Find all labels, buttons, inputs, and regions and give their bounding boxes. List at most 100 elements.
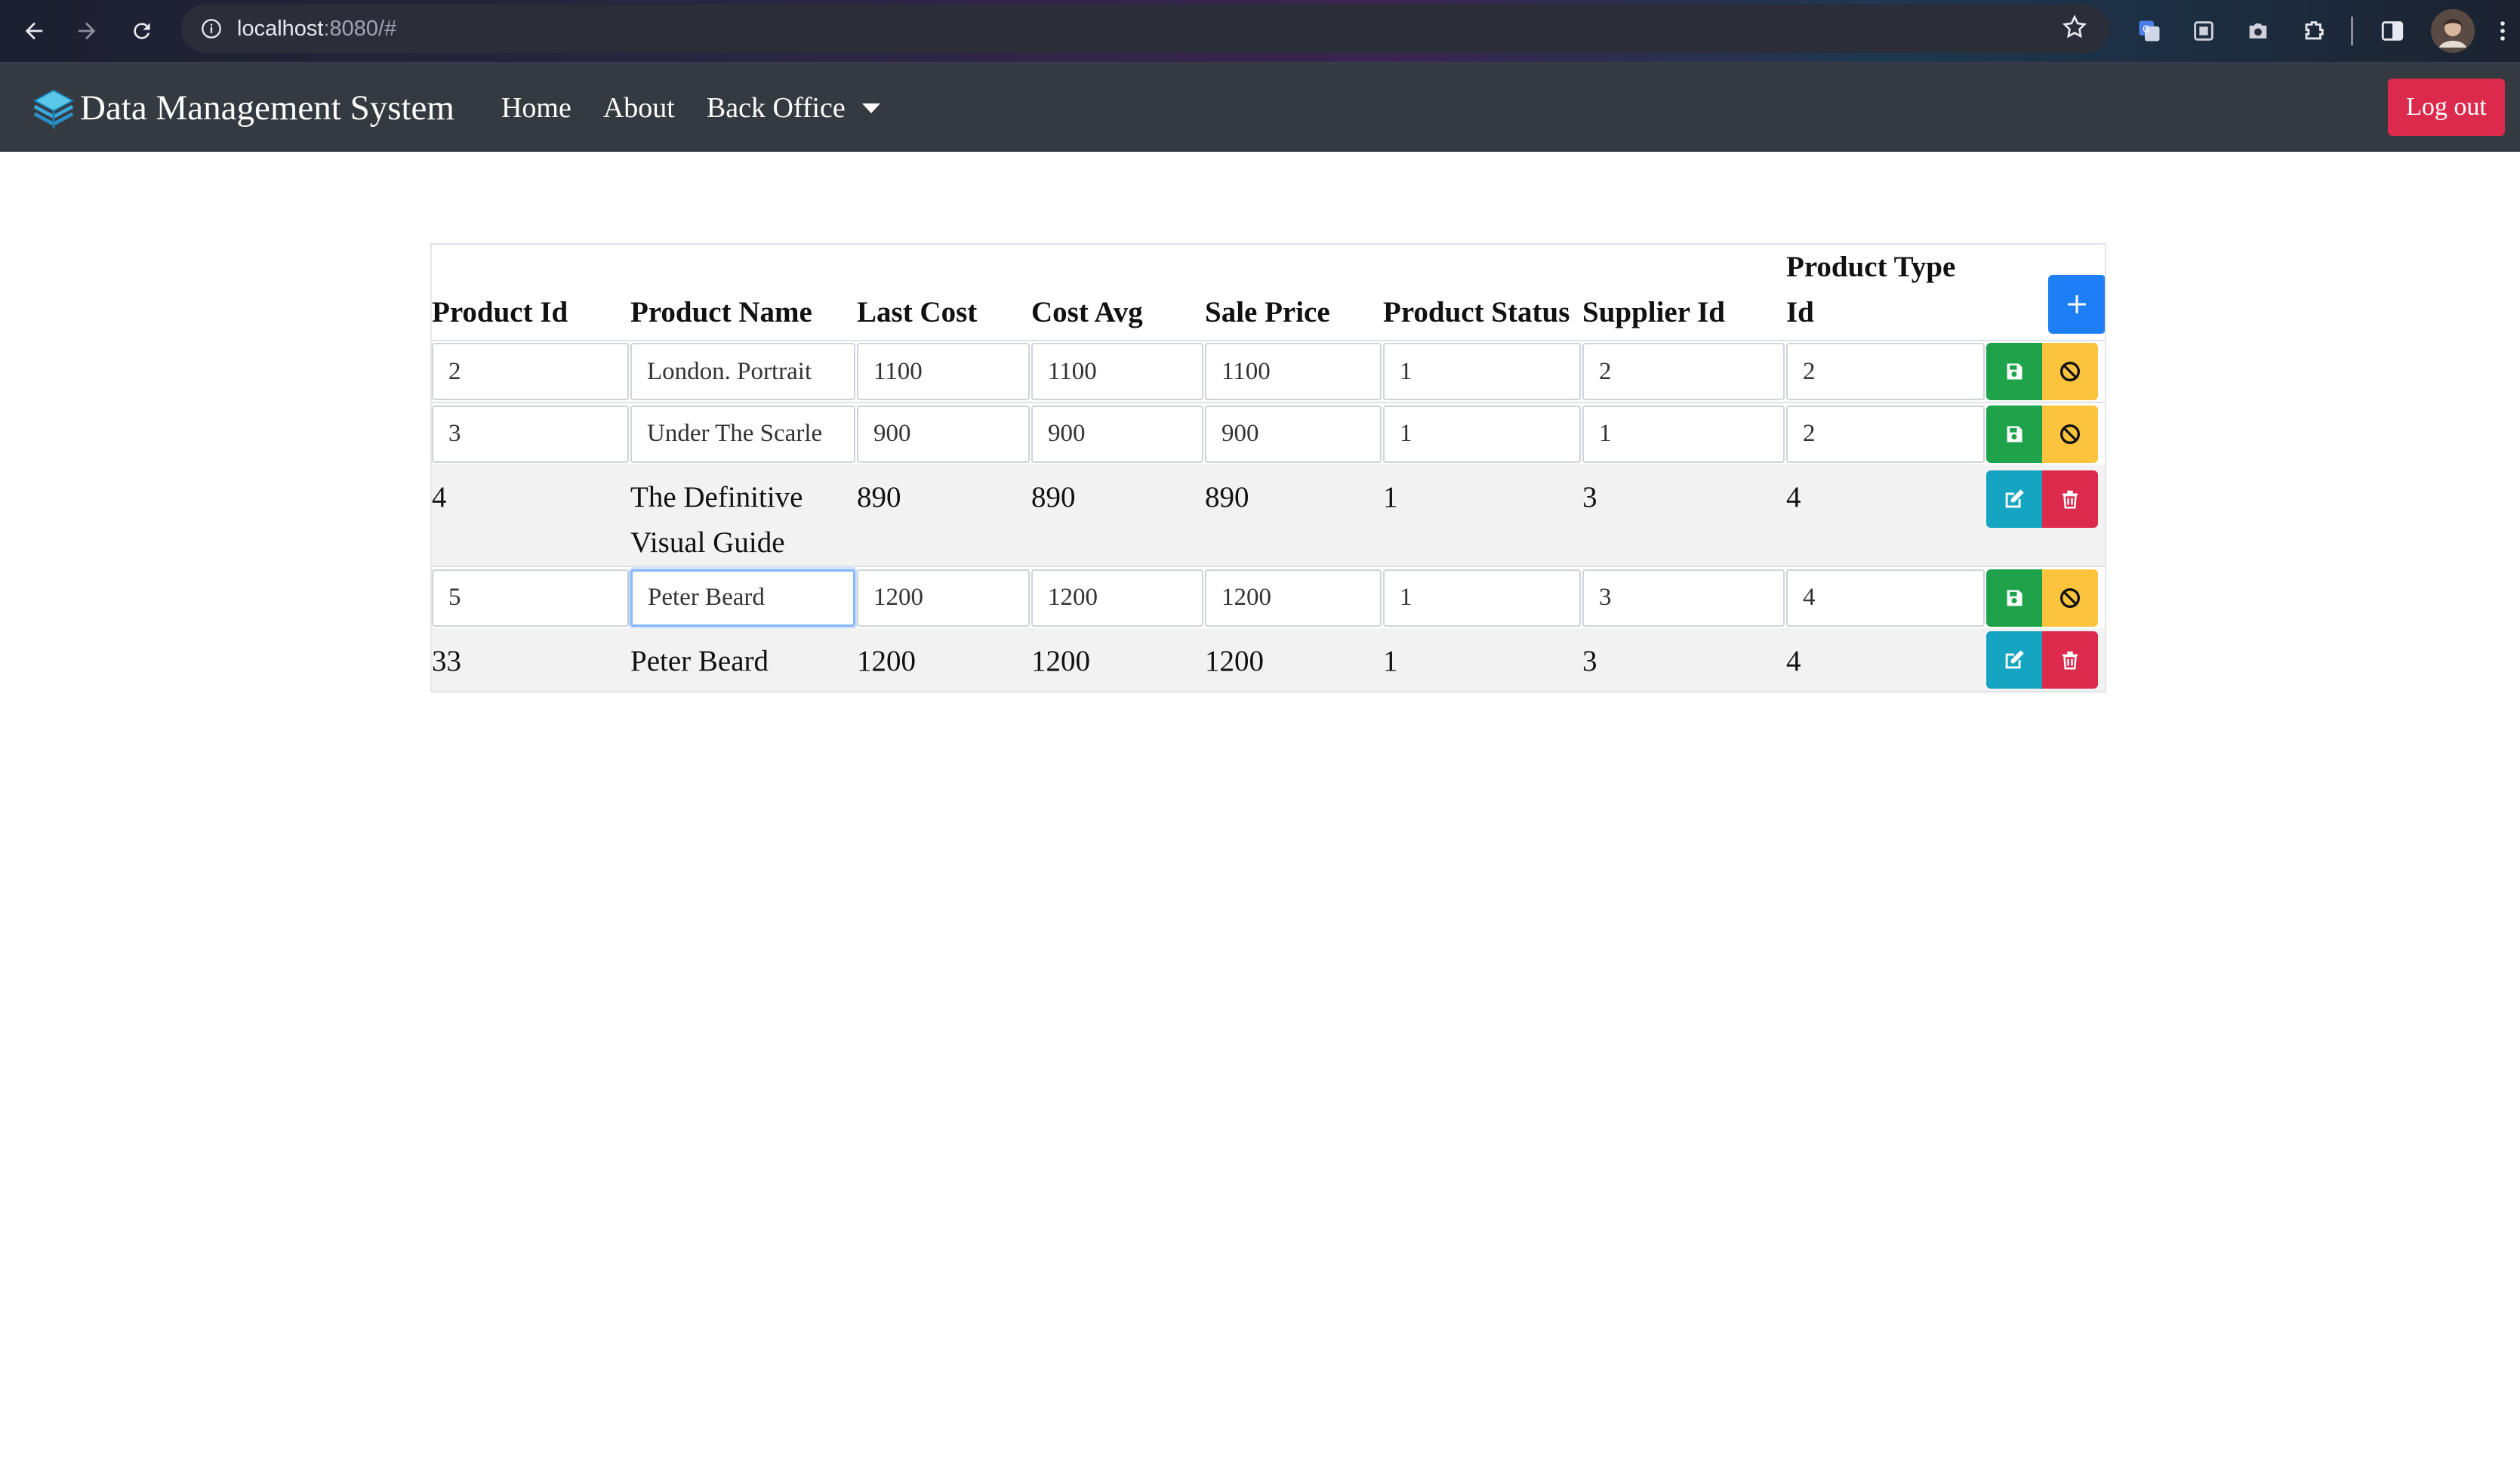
profile-avatar-icon[interactable] [2429,8,2476,54]
save-icon [2007,426,2022,442]
cost-avg-cell: 1200 [1031,645,1090,677]
save-button[interactable] [1986,405,2042,463]
supplier-id-input[interactable]: 3 [1582,569,1785,627]
nav-back-office-label: Back Office [706,91,846,124]
brand-title: Data Management System [80,88,454,128]
supplier-id-input[interactable]: 1 [1582,405,1785,463]
chevron-down-icon [861,103,880,113]
add-product-button[interactable] [2048,275,2106,334]
sale-price-input[interactable]: 1100 [1205,343,1382,400]
logout-button[interactable]: Log out [2388,79,2505,136]
star-icon[interactable] [2061,14,2091,44]
product-id-input[interactable]: 3 [432,405,629,463]
sale-price-input[interactable]: 900 [1205,405,1382,463]
header-product-name: Product Name [630,296,812,328]
header-sale-price: Sale Price [1205,296,1330,328]
camera-icon[interactable] [2239,12,2277,50]
product-id-input[interactable]: 2 [432,343,629,400]
cancel-button[interactable] [2042,405,2098,463]
cost-avg-input[interactable]: 1100 [1031,343,1203,400]
last-cost-input[interactable]: 1200 [857,569,1030,627]
products-table: Product Id Product Name Last Cost Cost A… [430,243,2106,692]
sale-price-cell: 1200 [1205,645,1264,677]
save-button[interactable] [1986,569,2042,627]
info-icon[interactable] [196,14,226,44]
address-bar[interactable]: localhost:8080/# [181,5,2109,53]
supplier-id-cell: 3 [1582,481,1597,513]
cancel-button[interactable] [2042,569,2098,627]
product-type-id-cell: 4 [1786,645,1801,677]
translate-extension-icon[interactable]: G [2130,12,2168,50]
sidebar-icon[interactable] [2374,12,2411,50]
svg-text:G: G [2143,24,2149,35]
product-name-input[interactable]: Peter Beard [630,569,855,627]
product-type-id-input[interactable]: 2 [1786,343,1985,400]
header-product-type-id: Product Type Id [1786,251,1956,328]
cancel-icon [2060,424,2080,444]
edit-button[interactable] [1986,470,2042,528]
cancel-icon [2060,587,2080,608]
cancel-icon [2060,362,2080,381]
save-button[interactable] [1986,343,2042,400]
product-status-input[interactable]: 1 [1383,405,1581,463]
products-table-container: Product Id Product Name Last Cost Cost A… [430,243,2106,692]
header-product-id: Product Id [432,296,568,328]
back-arrow-icon[interactable] [15,12,53,50]
nav-about[interactable]: About [603,91,675,125]
sale-price-input[interactable]: 1200 [1205,569,1382,627]
trash-icon [2063,490,2078,509]
nav-back-office-dropdown[interactable]: Back Office [707,91,880,125]
brand[interactable]: Data Management System [30,85,454,131]
extension-icon[interactable] [2185,12,2223,50]
plus-icon [2068,295,2086,313]
table-row: 2 London. Portrait 1100 1100 1100 1 2 2 [431,341,2106,402]
cancel-button[interactable] [2042,343,2098,400]
app-navbar: Data Management System Home About Back O… [0,63,2520,152]
table-row: 3 Under The Scarle 900 900 900 1 1 2 [431,402,2106,464]
last-cost-cell: 1200 [857,645,916,677]
cost-avg-cell: 890 [1031,481,1076,513]
product-type-id-cell: 4 [1786,481,1801,513]
supplier-id-cell: 3 [1582,645,1597,677]
product-id-cell: 4 [432,481,447,513]
supplier-id-input[interactable]: 2 [1582,343,1785,400]
save-icon [2007,590,2022,606]
header-actions [1986,244,2106,341]
table-header-row: Product Id Product Name Last Cost Cost A… [431,244,2106,341]
product-status-input[interactable]: 1 [1383,343,1581,400]
product-status-input[interactable]: 1 [1383,569,1581,627]
product-status-cell: 1 [1383,645,1398,677]
nav-home[interactable]: Home [501,91,571,125]
puzzle-icon[interactable] [2295,12,2333,50]
delete-button[interactable] [2042,470,2098,528]
last-cost-input[interactable]: 900 [857,405,1030,463]
reload-icon[interactable] [123,12,161,50]
table-row: 5 Peter Beard 1200 1200 1200 1 3 4 [431,566,2106,628]
delete-button[interactable] [2042,631,2098,689]
last-cost-input[interactable]: 1100 [857,343,1030,400]
header-last-cost: Last Cost [857,296,978,328]
product-id-input[interactable]: 5 [432,569,629,627]
edit-button[interactable] [1986,631,2042,689]
cost-avg-input[interactable]: 900 [1031,405,1203,463]
table-row: 4 The Definitive Visual Guide 890 890 89… [431,464,2106,566]
edit-icon [2005,650,2024,669]
more-menu-icon[interactable] [2484,12,2520,50]
product-type-id-input[interactable]: 4 [1786,569,1985,627]
product-name-cell: Peter Beard [630,645,769,677]
product-name-input[interactable]: Under The Scarle [630,405,855,463]
cost-avg-input[interactable]: 1200 [1031,569,1203,627]
browser-toolbar: localhost:8080/# G [0,0,2520,63]
product-status-cell: 1 [1383,481,1398,513]
header-product-status: Product Status [1383,296,1570,328]
save-icon [2007,363,2022,380]
forward-arrow-icon[interactable] [68,12,106,50]
sale-price-cell: 890 [1205,481,1249,513]
edit-icon [2005,489,2024,508]
header-cost-avg: Cost Avg [1031,296,1143,328]
product-name-input[interactable]: London. Portrait [630,343,855,400]
product-type-id-input[interactable]: 2 [1786,405,1985,463]
product-name-cell: The Definitive Visual Guide [630,481,803,559]
product-id-cell: 33 [432,645,461,677]
trash-icon [2063,651,2078,670]
